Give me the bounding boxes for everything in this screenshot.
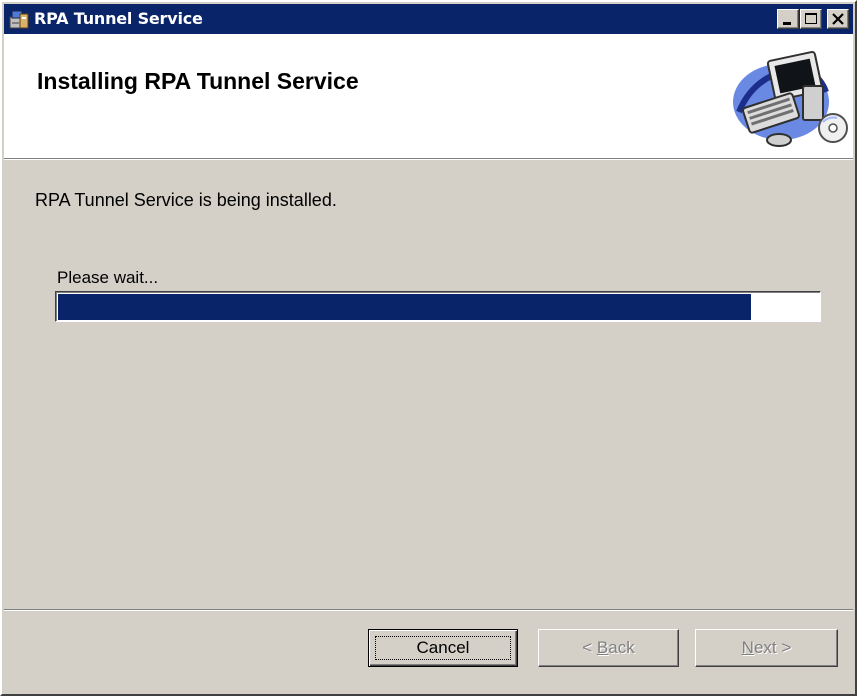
cancel-button[interactable]: Cancel [368, 629, 518, 667]
installer-icon [8, 8, 30, 30]
next-arrow: > [781, 638, 792, 657]
maximize-icon [805, 13, 817, 24]
installer-window: RPA Tunnel Service Installing RPA Tunnel… [0, 0, 857, 696]
progress-fill [58, 294, 751, 320]
back-button[interactable]: < Back [538, 629, 679, 667]
title-bar[interactable]: RPA Tunnel Service [4, 4, 853, 34]
minimize-icon [783, 22, 791, 25]
header-divider [4, 158, 853, 160]
close-icon [832, 13, 844, 25]
close-button[interactable] [827, 9, 849, 29]
back-accelerator: B [596, 638, 609, 657]
back-arrow: < [582, 638, 593, 657]
install-progress-bar [55, 291, 821, 322]
page-title: Installing RPA Tunnel Service [37, 68, 359, 94]
maximize-button[interactable] [800, 9, 822, 29]
minimize-button[interactable] [777, 9, 799, 29]
header-banner: Installing RPA Tunnel Service [4, 34, 853, 158]
next-accelerator: N [741, 638, 754, 657]
status-text: RPA Tunnel Service is being installed. [35, 190, 337, 210]
footer-divider [4, 609, 853, 611]
cancel-label: Cancel [416, 638, 470, 657]
next-button[interactable]: Next > [695, 629, 838, 667]
window-title: RPA Tunnel Service [34, 9, 203, 28]
back-label: ack [608, 638, 635, 657]
next-label: ext [753, 638, 777, 657]
computer-setup-graphic [733, 51, 848, 147]
progress-label: Please wait... [57, 268, 159, 287]
focus-rectangle: Cancel [375, 636, 511, 660]
